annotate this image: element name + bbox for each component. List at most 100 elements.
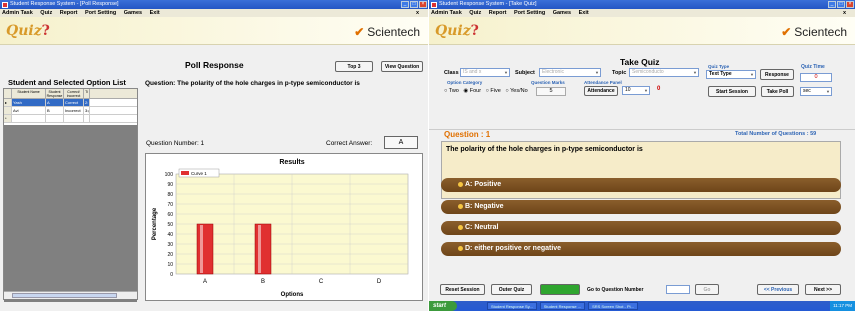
col-time[interactable]: Ti (84, 89, 90, 98)
menu-games[interactable]: Games (553, 10, 571, 16)
subject-select[interactable]: Electronic (539, 68, 601, 77)
time-unit-select[interactable]: sec (800, 87, 832, 96)
y-tick-label: 40 (167, 232, 173, 238)
radio-five[interactable]: ○ Five (486, 88, 501, 94)
go-button[interactable]: Go (695, 284, 719, 295)
topic-select[interactable]: Semiconducto (629, 68, 699, 77)
scroll-thumb[interactable] (12, 293, 117, 298)
menu-close[interactable]: x (843, 9, 846, 17)
option-category-label: Option Category (447, 80, 483, 85)
response-button[interactable]: Response (760, 69, 794, 80)
menu-admin-task[interactable]: Admin Task (431, 10, 462, 16)
taskbar: start Student Response Sy... Student Res… (429, 301, 855, 311)
minimize-icon[interactable]: _ (828, 1, 836, 8)
question-marks-label: Question Marks (531, 80, 565, 85)
start-button[interactable]: start (429, 301, 457, 311)
col-correct-incorrect[interactable]: Correct/ Incorrect (64, 89, 84, 98)
question-marks-value: 5 (536, 87, 566, 96)
option-b[interactable]: B: Negative (441, 200, 841, 214)
y-tick-label: 20 (167, 252, 173, 258)
menu-quiz[interactable]: Quiz (469, 10, 481, 16)
option-c[interactable]: C: Neutral (441, 221, 841, 235)
new-row[interactable]: * (4, 115, 137, 123)
go-to-question-input[interactable] (666, 285, 690, 294)
title-bar: Student Response System - [Take Quiz] _ … (429, 0, 855, 9)
menu-admin-task[interactable]: Admin Task (2, 10, 33, 16)
taskbar-item[interactable]: SRS Screen Shot - Pi... (588, 302, 638, 310)
table-row[interactable]: ▸ Yash A Correct 2: (4, 99, 137, 107)
take-poll-button[interactable]: Take Poll (761, 86, 794, 97)
scientech-mark-icon: ✔ (354, 25, 365, 39)
quiz-time-label: Quiz Time (801, 64, 825, 70)
y-tick-label: 60 (167, 212, 173, 218)
bar (196, 223, 214, 275)
next-button[interactable]: Next >> (805, 284, 841, 295)
taskbar-item[interactable]: Student Response ... (539, 302, 586, 310)
table-row[interactable]: Avi B Incorrect 3:( (4, 107, 137, 115)
quiz-time-input[interactable]: 0 (800, 73, 832, 82)
horizontal-scrollbar[interactable] (4, 291, 137, 299)
subject-label: Subject (515, 70, 535, 76)
attendance-select[interactable]: 10 (622, 86, 650, 95)
legend-swatch (181, 171, 189, 175)
menu-exit[interactable]: Exit (579, 10, 589, 16)
menu-games[interactable]: Games (124, 10, 142, 16)
bar-highlight (258, 225, 261, 273)
close-icon[interactable]: × (846, 1, 854, 8)
taskbar-item[interactable]: Student Response Sy... (487, 302, 537, 310)
col-student-response[interactable]: Student Response (46, 89, 64, 98)
radio-two[interactable]: ○ Two (444, 88, 459, 94)
reset-session-button[interactable]: Reset Session (440, 284, 485, 295)
chart-title: Results (279, 159, 304, 166)
radio-yes-no[interactable]: ○ Yes/No (505, 88, 527, 94)
page-title: Take Quiz (620, 57, 660, 67)
correct-answer-value: A (384, 136, 418, 149)
menu-close[interactable]: x (416, 9, 419, 17)
class-select[interactable]: IS and x (460, 68, 510, 77)
total-questions: Total Number of Questions : 59 (735, 131, 817, 137)
y-tick-label: 30 (167, 242, 173, 248)
app-icon (2, 1, 8, 8)
scientech-logo: ✔ Scientech (781, 25, 847, 39)
menu-report[interactable]: Report (489, 10, 507, 16)
bullet-icon (458, 204, 463, 209)
menu-port-setting[interactable]: Port Setting (85, 10, 116, 16)
option-a[interactable]: A: Positive (441, 178, 841, 192)
quiz-type-label: Quiz Type (708, 64, 730, 69)
maximize-icon[interactable]: □ (410, 1, 418, 8)
y-axis-label: Percentage (152, 207, 158, 240)
menu-exit[interactable]: Exit (150, 10, 160, 16)
menu-quiz[interactable]: Quiz (40, 10, 52, 16)
outer-quiz-button[interactable]: Outer Quiz (491, 284, 532, 295)
banner: Quiz? ✔ Scientech (429, 17, 855, 45)
y-tick-label: 10 (167, 262, 173, 268)
system-clock: 11:17 PM (830, 301, 855, 311)
x-tick-label: B (261, 279, 265, 285)
quiz-green-button[interactable]: Quiz (540, 284, 580, 295)
close-icon[interactable]: × (419, 1, 427, 8)
col-student-name[interactable]: Student Name (12, 89, 46, 98)
top3-button[interactable]: Top 3 (335, 61, 373, 72)
option-d[interactable]: D: either positive or negative (441, 242, 841, 256)
attendance-count: 0 (657, 86, 661, 92)
question-number: Question Number: 1 (146, 140, 205, 147)
attendance-button[interactable]: Attendance (584, 86, 618, 96)
title-bar: Student Response System - [Poll Response… (0, 0, 428, 9)
y-tick-label: 0 (170, 272, 173, 278)
view-question-button[interactable]: View Question (381, 61, 423, 72)
y-tick-label: 90 (167, 182, 173, 188)
minimize-icon[interactable]: _ (401, 1, 409, 8)
maximize-icon[interactable]: □ (837, 1, 845, 8)
start-session-button[interactable]: Start Session (708, 86, 756, 97)
previous-button[interactable]: << Previous (757, 284, 799, 295)
quiz-logo: Quiz? (6, 23, 50, 39)
y-tick-label: 100 (165, 172, 174, 178)
y-tick-label: 80 (167, 192, 173, 198)
quiz-type-select[interactable]: Text Type (706, 70, 756, 79)
menu-port-setting[interactable]: Port Setting (514, 10, 545, 16)
question-header: Question : 1 (444, 130, 491, 139)
bullet-icon (458, 246, 463, 251)
radio-four[interactable]: ◉ Four (463, 88, 481, 94)
option-category-group: ○ Two ◉ Four ○ Five ○ Yes/No (444, 88, 528, 94)
menu-report[interactable]: Report (60, 10, 78, 16)
